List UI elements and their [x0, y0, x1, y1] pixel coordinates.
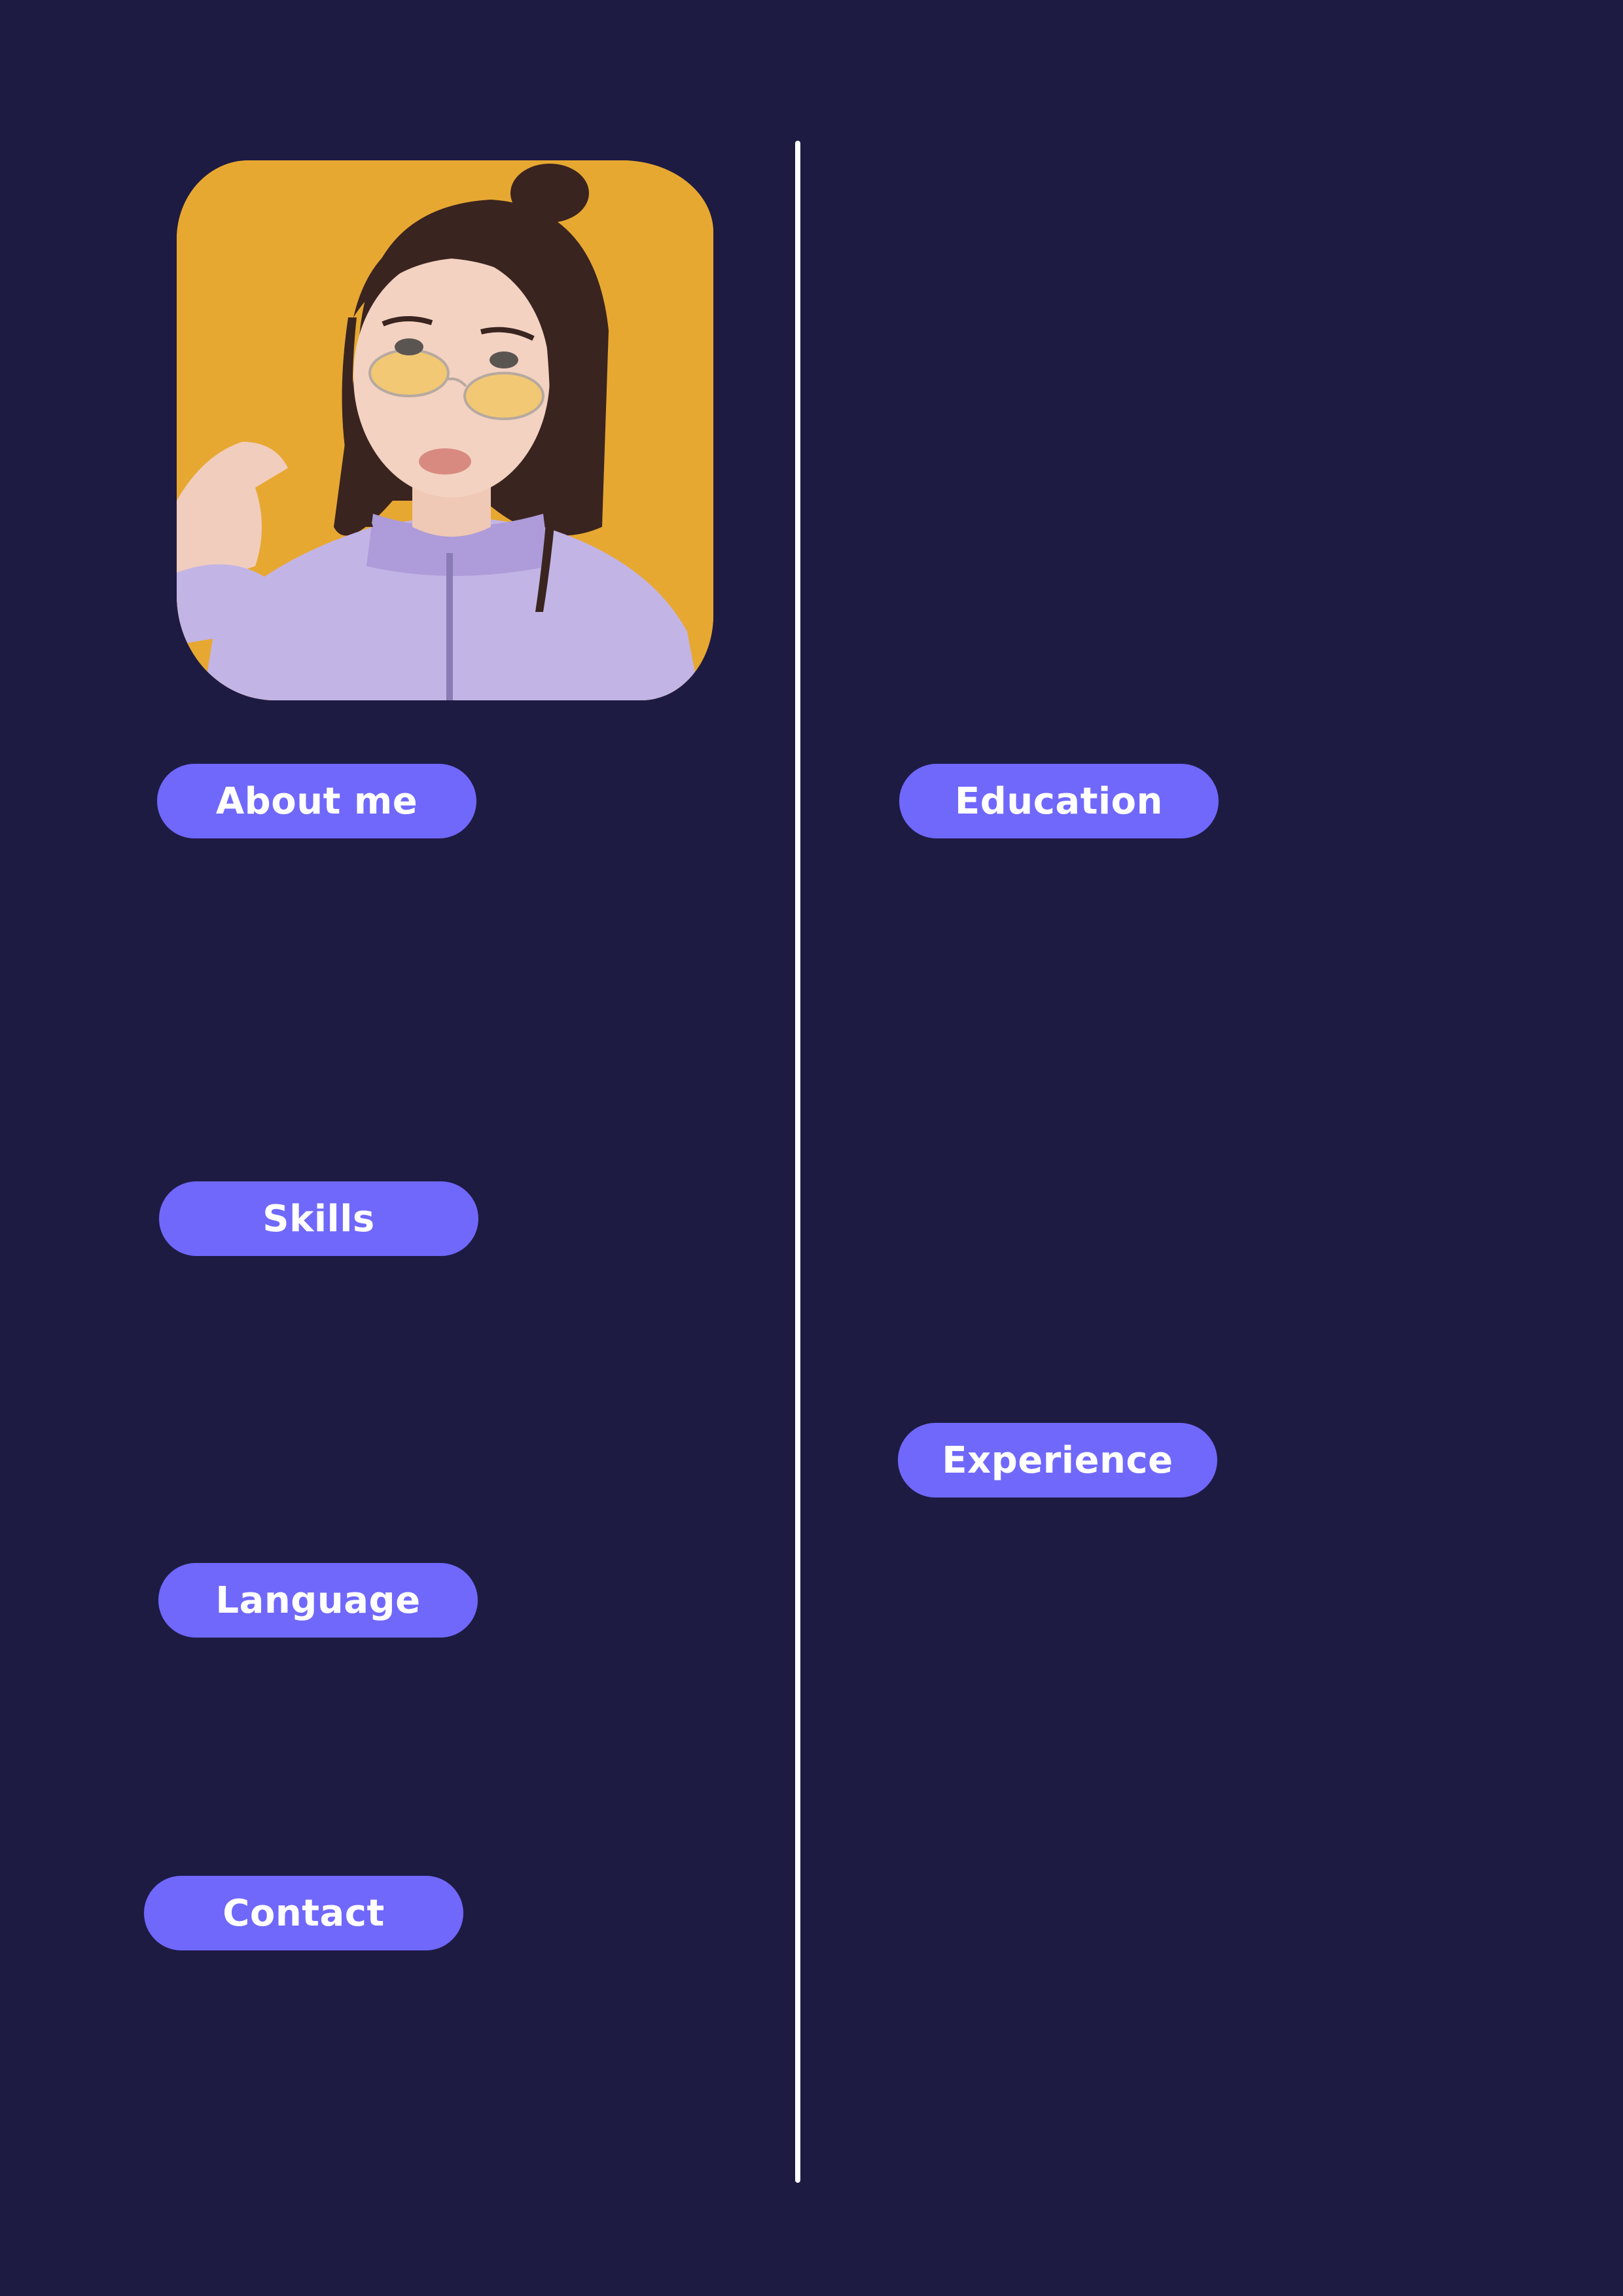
section-heading-about: About me: [157, 764, 476, 838]
vertical-divider: [795, 141, 800, 2183]
section-heading-experience-label: Experience: [942, 1439, 1173, 1482]
section-heading-language-label: Language: [215, 1579, 421, 1622]
section-heading-language: Language: [158, 1563, 478, 1638]
section-heading-skills-label: Skills: [262, 1197, 375, 1240]
section-heading-education-label: Education: [955, 780, 1163, 823]
section-heading-contact: Contact: [144, 1876, 463, 1950]
profile-photo: [177, 160, 713, 700]
section-heading-experience: Experience: [898, 1423, 1217, 1498]
section-heading-contact-label: Contact: [223, 1892, 385, 1935]
section-heading-skills: Skills: [159, 1181, 478, 1256]
section-heading-about-label: About me: [215, 780, 418, 823]
section-heading-education: Education: [899, 764, 1219, 838]
